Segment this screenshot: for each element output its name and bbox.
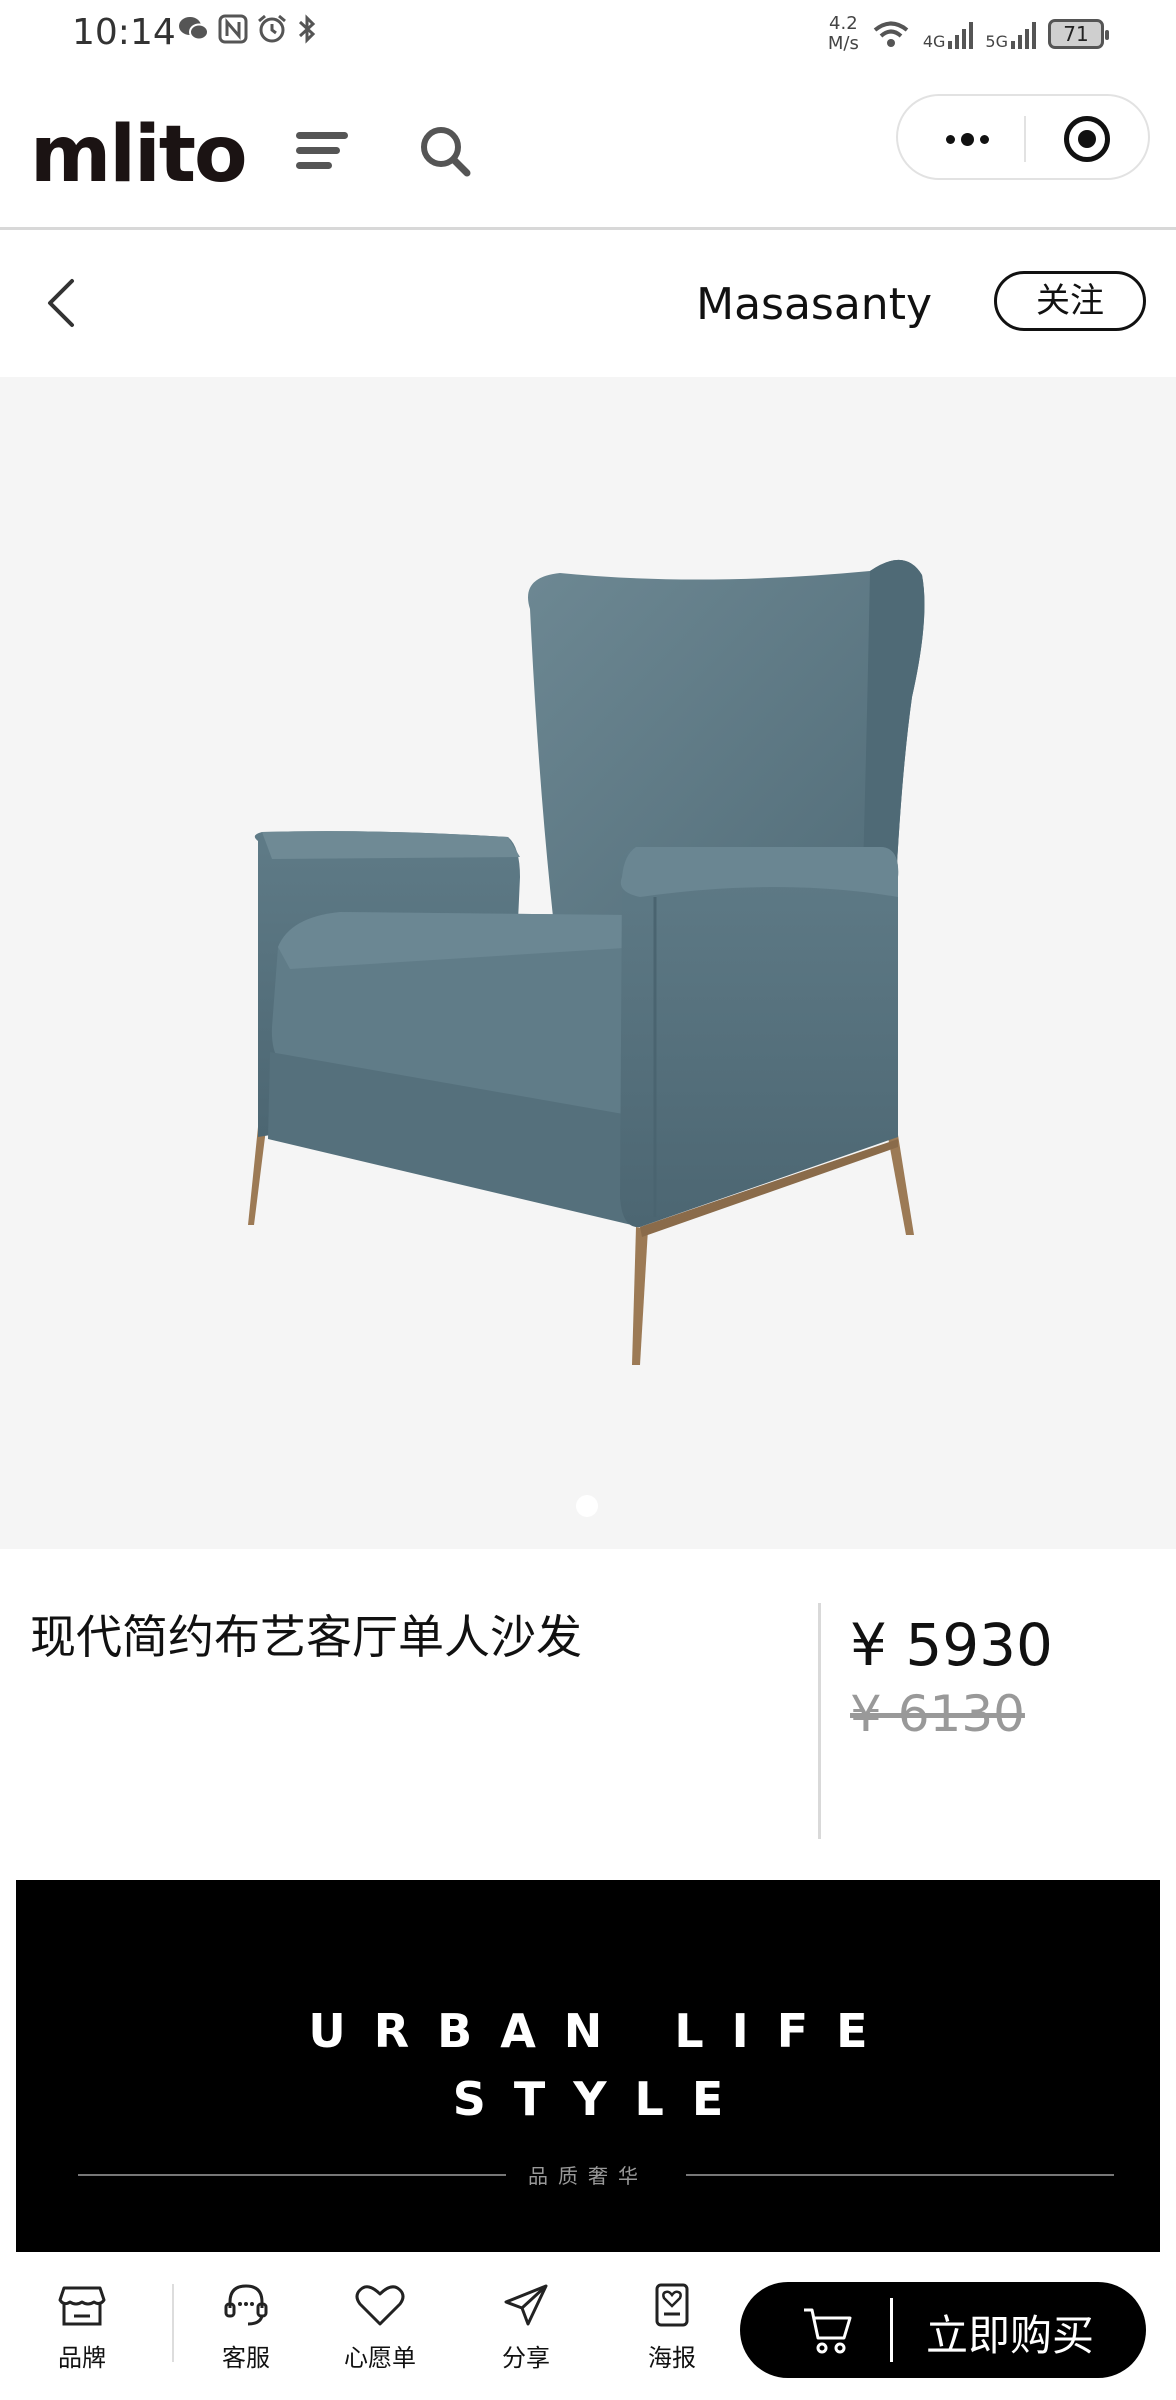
back-arrow-icon[interactable] — [42, 273, 82, 333]
wechat-icon — [179, 17, 209, 41]
bottom-action-bar: 品牌 客服 心愿单 分享 海报 立即购买 — [0, 2252, 1176, 2400]
buy-button-divider — [890, 2298, 893, 2362]
brand-name[interactable]: Masasanty — [696, 279, 932, 330]
product-image — [248, 559, 925, 1365]
network-speed-value: 4.2 — [829, 13, 858, 34]
share-label: 分享 — [502, 2344, 550, 2372]
original-price: ¥ 6130 — [850, 1685, 1025, 1743]
info-divider — [818, 1603, 821, 1839]
miniprogram-capsule — [896, 94, 1150, 180]
poster-label: 海报 — [648, 2344, 696, 2372]
buy-now-label: 立即购买 — [926, 2311, 1095, 2360]
poster-button[interactable]: 海报 — [622, 2282, 722, 2373]
wifi-icon — [873, 21, 909, 47]
share-button[interactable]: 分享 — [476, 2282, 576, 2373]
carousel-indicator-dot[interactable] — [576, 1495, 598, 1517]
customer-service-label: 客服 — [222, 2344, 270, 2372]
network-speed: 4.2 M/s — [828, 14, 859, 54]
status-system-icons: 4.2 M/s 4G 5G 71 — [828, 14, 1109, 54]
nfc-icon — [218, 14, 248, 44]
status-time: 10:14 — [72, 12, 176, 53]
share-paper-plane-icon — [504, 2284, 548, 2326]
battery-icon: 71 — [1048, 19, 1109, 49]
bluetooth-icon — [298, 14, 316, 44]
more-options-icon[interactable] — [934, 116, 1000, 162]
product-info: 现代简约布艺客厅单人沙发 ¥ 5930 ¥ 6130 — [0, 1549, 1176, 1879]
banner-headline-line1: URBAN LIFE — [308, 2004, 896, 2058]
close-miniprogram-icon[interactable] — [1064, 116, 1110, 162]
wishlist-label: 心愿单 — [344, 2344, 416, 2372]
signal-bars-icon — [1011, 19, 1036, 49]
customer-service-button[interactable]: 客服 — [196, 2282, 296, 2373]
product-title: 现代简约布艺客厅单人沙发 — [30, 1610, 582, 1664]
status-bar: 10:14 4.2 M/s 4G 5G 71 — [0, 0, 1176, 72]
bottom-bar-divider — [172, 2284, 174, 2362]
search-icon[interactable] — [418, 124, 472, 178]
banner-rule-right — [686, 2174, 1114, 2176]
capsule-divider — [1024, 116, 1026, 162]
follow-button[interactable]: 关注 — [994, 271, 1146, 331]
current-price: ¥ 5930 — [850, 1611, 1053, 1679]
status-notification-icons — [178, 14, 318, 44]
brand-banner: URBAN LIFE STYLE 品质奢华 — [16, 1880, 1160, 2252]
app-header: mlito — [0, 72, 1176, 230]
buy-now-button[interactable]: 立即购买 — [740, 2282, 1146, 2378]
cellular-signal-1: 4G — [922, 19, 974, 51]
brand-logo[interactable]: mlito — [30, 110, 248, 200]
shopping-cart-icon — [804, 2308, 852, 2354]
brand-store-button[interactable]: 品牌 — [32, 2282, 132, 2373]
cellular-signal-2: 5G — [985, 19, 1036, 51]
storefront-icon — [58, 2286, 106, 2326]
signal-type-label: 4G — [922, 32, 946, 51]
menu-icon[interactable] — [296, 130, 348, 170]
brand-store-label: 品牌 — [58, 2344, 106, 2372]
wishlist-button[interactable]: 心愿单 — [330, 2282, 430, 2373]
signal-type-label: 5G — [985, 32, 1008, 51]
banner-headline-line2: STYLE — [452, 2072, 752, 2126]
product-image-carousel[interactable] — [0, 377, 1176, 1549]
poster-icon — [655, 2283, 689, 2327]
network-speed-unit: M/s — [827, 33, 859, 54]
alarm-icon — [258, 14, 286, 43]
signal-bars-icon — [948, 19, 974, 49]
heart-icon — [355, 2285, 405, 2326]
headset-icon — [224, 2284, 268, 2326]
brand-row: Masasanty 关注 — [0, 233, 1176, 377]
